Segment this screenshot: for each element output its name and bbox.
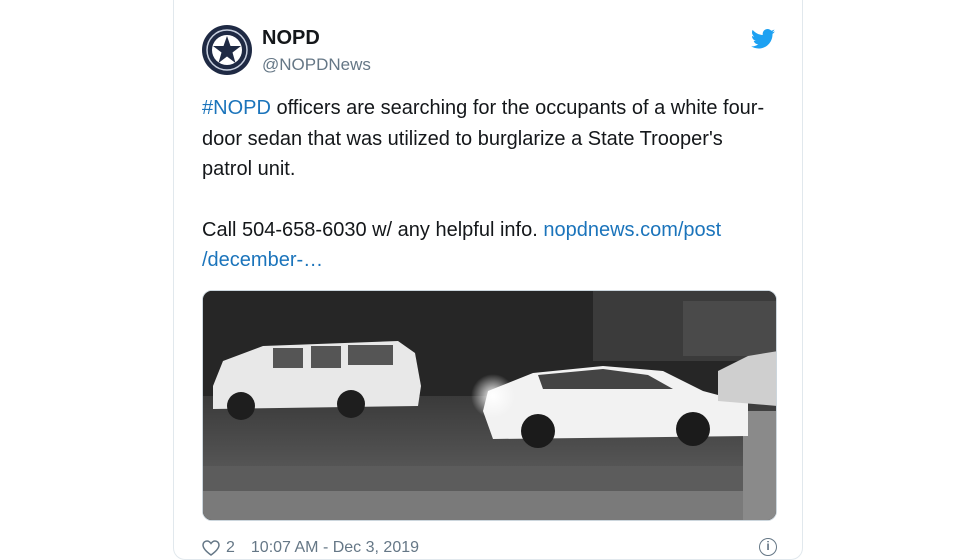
tweet-media-image[interactable] [202, 290, 777, 521]
info-icon[interactable]: i [759, 538, 777, 556]
like-count[interactable]: 2 [226, 539, 235, 557]
tweet-call-text: Call 504-658-6030 w/ any helpful info. [202, 218, 544, 241]
tweet-footer: 2 10:07 AM - Dec 3, 2019 i [202, 536, 777, 560]
tweet-text: #NOPD officers are searching for the occ… [202, 93, 777, 276]
heart-icon[interactable] [202, 540, 220, 556]
author-name[interactable]: NOPD [262, 27, 320, 50]
tweet-call-paragraph: Call 504-658-6030 w/ any helpful info. n… [202, 215, 777, 276]
avatar[interactable] [202, 25, 252, 75]
tweet-timestamp[interactable]: 10:07 AM - Dec 3, 2019 [251, 539, 419, 557]
surveillance-night-photo [203, 291, 776, 520]
nopd-badge-star-icon [203, 26, 251, 74]
hashtag-link[interactable]: #NOPD [202, 97, 271, 119]
tweet-body-paragraph: #NOPD officers are searching for the occ… [202, 93, 777, 185]
twitter-bird-icon[interactable] [751, 29, 775, 49]
tweet-body-text: officers are searching for the occupants… [202, 97, 765, 180]
tweet-card: NOPD @NOPDNews #NOPD officers are search… [173, 0, 803, 560]
author-handle[interactable]: @NOPDNews [262, 55, 371, 75]
